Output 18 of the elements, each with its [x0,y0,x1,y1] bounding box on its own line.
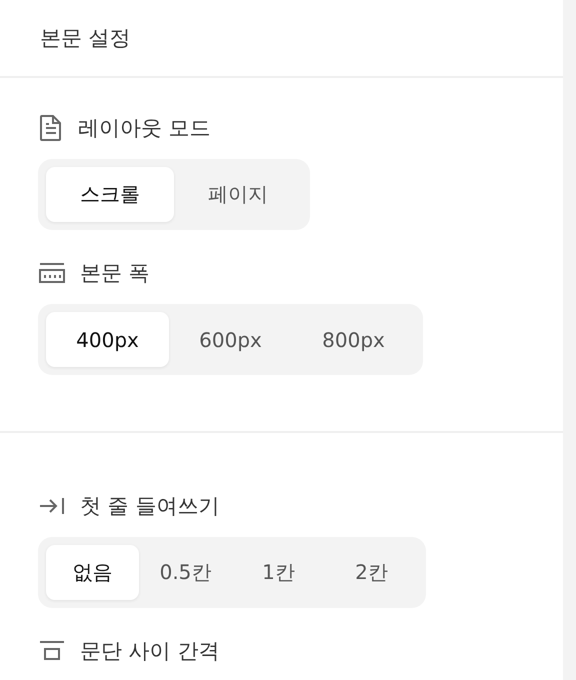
ruler-icon [38,262,66,284]
setting-label: 첫 줄 들여쓰기 [80,493,220,520]
segment-option[interactable]: 400px [46,312,169,367]
setting-label: 레이아웃 모드 [78,115,211,142]
segment-option[interactable]: 페이지 [174,167,302,222]
document-icon [38,114,64,142]
panel-title: 본문 설정 [40,25,131,52]
segment-option[interactable]: 1칸 [232,545,325,600]
setting-label: 문단 사이 간격 [80,638,220,665]
setting-label: 본문 폭 [80,260,150,287]
segment-option[interactable]: 0.5칸 [139,545,232,600]
segment-option[interactable]: 없음 [46,545,139,600]
segment-option[interactable]: 800px [292,312,415,367]
indent-arrow-icon [38,495,66,517]
paragraph-spacing-icon [38,640,66,662]
segment-option[interactable]: 2칸 [325,545,418,600]
segment-option[interactable]: 스크롤 [46,167,174,222]
segment-option[interactable]: 600px [169,312,292,367]
